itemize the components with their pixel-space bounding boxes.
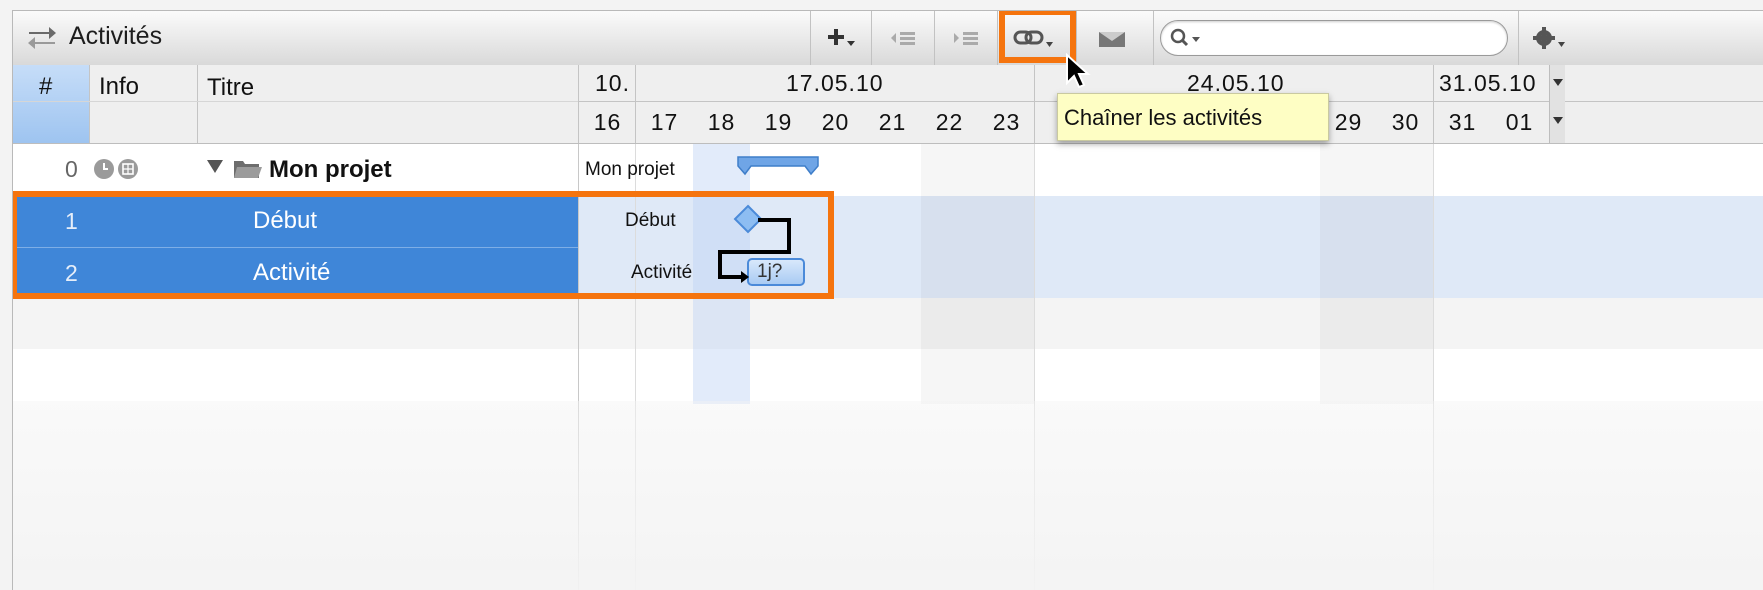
- notes-icon: [118, 159, 138, 179]
- plus-dropdown-icon: [828, 29, 855, 46]
- table-header: # Info Titre: [13, 65, 578, 144]
- chevron-down-icon: [1553, 79, 1563, 86]
- header-divider: [197, 65, 198, 143]
- activities-window: Activités # Info Titre 10. 17.05.10 24.0…: [12, 10, 1763, 590]
- folder-icon: [234, 161, 262, 178]
- day-label: 01: [1505, 109, 1534, 135]
- day-label: 22: [935, 109, 964, 135]
- swap-arrows-icon[interactable]: [25, 23, 59, 51]
- column-header-info[interactable]: Info: [99, 73, 139, 101]
- day-label: 23: [992, 109, 1021, 135]
- disclosure-triangle-icon[interactable]: [207, 160, 223, 174]
- gear-icon: [1533, 27, 1565, 49]
- tooltip: Chaîner les activités: [1057, 93, 1329, 141]
- toolbar-separator: [1518, 11, 1519, 65]
- mouse-cursor-icon: [1066, 53, 1091, 89]
- day-label: 30: [1391, 109, 1420, 135]
- indent-button[interactable]: [935, 11, 997, 65]
- day-label: 17: [650, 109, 679, 135]
- week-label: 31.05.10: [1439, 70, 1537, 96]
- gantt-label: Mon projet: [585, 159, 675, 180]
- reflection-fade: [13, 401, 1763, 590]
- header-divider: [13, 101, 578, 102]
- toolbar-separator: [1153, 11, 1154, 65]
- day-label: 21: [878, 109, 907, 135]
- search-field[interactable]: [1160, 20, 1508, 56]
- column-header-title[interactable]: Titre: [207, 74, 254, 102]
- header-divider: [89, 65, 90, 143]
- settings-button[interactable]: [1529, 11, 1569, 65]
- toolbar: Activités: [13, 11, 1763, 66]
- window-title: Activités: [69, 22, 163, 50]
- week-label: 10.: [595, 70, 630, 96]
- week-label: 17.05.10: [786, 70, 884, 96]
- selection-callout-box: [13, 191, 834, 299]
- row-number: 0: [65, 156, 78, 182]
- magnifier-icon: [1170, 28, 1200, 47]
- day-label: 19: [764, 109, 793, 135]
- envelope-icon: [1099, 32, 1125, 47]
- chevron-down-icon: [1553, 117, 1563, 124]
- outdent-button[interactable]: [872, 11, 934, 65]
- day-label: 18: [707, 109, 736, 135]
- day-label: 20: [821, 109, 850, 135]
- toolbar-separator: [997, 11, 998, 65]
- outdent-icon: [891, 32, 915, 45]
- day-label: 16: [593, 109, 622, 135]
- row-title: Mon projet: [269, 156, 392, 183]
- day-label: 31: [1448, 109, 1477, 135]
- timeline-scroll-control[interactable]: [1549, 65, 1565, 143]
- clock-icon: [94, 159, 114, 179]
- table-row[interactable]: 0 Mon projet Mon projet: [13, 144, 1763, 196]
- column-header-number[interactable]: #: [39, 73, 52, 101]
- summary-bar[interactable]: [737, 154, 819, 180]
- indent-icon: [954, 32, 978, 45]
- add-activity-button[interactable]: [811, 11, 871, 65]
